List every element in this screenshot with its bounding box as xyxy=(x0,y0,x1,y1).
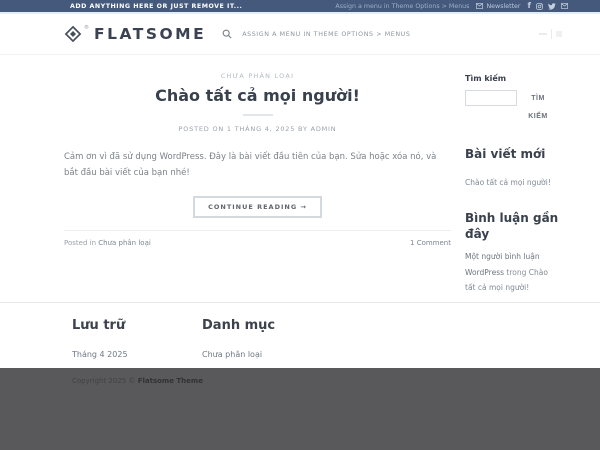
search-widget: TÌM KIẾM xyxy=(465,90,560,126)
newsletter-label: Newsletter xyxy=(486,3,520,10)
post-category-link[interactable]: CHƯA PHÂN LOẠI xyxy=(64,72,451,80)
search-input[interactable] xyxy=(465,90,517,106)
post-meta: POSTED ON 1 THÁNG 4, 2025 BY ADMIN xyxy=(64,125,451,133)
continue-reading-button[interactable]: CONTINUE READING → xyxy=(193,196,322,218)
comment-connector: trong xyxy=(504,268,529,277)
post-footer-meta: Posted in Chưa phân loại 1 Comment xyxy=(64,230,451,247)
header-utility-icons xyxy=(539,29,562,39)
search-widget-title: Tìm kiếm xyxy=(465,74,560,83)
copyright: Copyright 2025 © Flatsome Theme xyxy=(72,377,528,385)
sidebar: Tìm kiếm TÌM KIẾM Bài viết mới Chào tất … xyxy=(465,72,560,302)
posted-in-category-link[interactable]: Chưa phân loại xyxy=(98,239,151,247)
logo-text: FLATSOME xyxy=(94,25,206,43)
continue-wrap: CONTINUE READING → xyxy=(64,194,451,218)
post-excerpt: Cảm ơn vì đã sử dụng WordPress. Đây là b… xyxy=(64,150,451,181)
email-icon[interactable] xyxy=(561,3,568,9)
archives-title: Lưu trữ xyxy=(72,318,202,333)
post-article: CHƯA PHÂN LOẠI Chào tất cả mọi người! PO… xyxy=(64,72,451,302)
header-utility-dash-icon[interactable] xyxy=(539,33,547,35)
copyright-prefix: Copyright 2025 © xyxy=(72,377,138,385)
nav-menu-placeholder[interactable]: ASSIGN A MENU IN THEME OPTIONS > MENUS xyxy=(242,31,410,38)
facebook-icon[interactable]: f xyxy=(528,2,531,10)
footer-widgets: Lưu trữ Tháng 4 2025 Danh mục Chưa phân … xyxy=(0,302,600,368)
posted-in-label: Posted in xyxy=(64,239,98,247)
registered-mark: ® xyxy=(84,25,89,31)
page: ADD ANYTHING HERE OR JUST REMOVE IT... A… xyxy=(0,0,600,450)
categories-title: Danh mục xyxy=(202,318,332,333)
topbar: ADD ANYTHING HERE OR JUST REMOVE IT... A… xyxy=(0,0,600,14)
recent-posts-title: Bài viết mới xyxy=(465,146,560,162)
absolute-footer: Copyright 2025 © Flatsome Theme xyxy=(0,368,600,450)
footer-archives: Lưu trữ Tháng 4 2025 xyxy=(72,318,202,368)
recent-comments-title: Bình luận gần đây xyxy=(465,210,560,242)
header-utility-divider xyxy=(551,29,552,39)
topbar-menu-link[interactable]: Assign a menu in Theme Options > Menus xyxy=(335,3,469,10)
title-divider xyxy=(243,114,273,116)
instagram-icon[interactable] xyxy=(536,3,543,10)
flatsome-gem-icon xyxy=(64,25,82,43)
newsletter-envelope-icon xyxy=(476,3,483,9)
footer-categories: Danh mục Chưa phân loại xyxy=(202,318,332,368)
social-icons: f xyxy=(528,2,568,10)
archive-link[interactable]: Tháng 4 2025 xyxy=(72,350,128,359)
main-content: CHƯA PHÂN LOẠI Chào tất cả mọi người! PO… xyxy=(0,55,600,302)
posted-in: Posted in Chưa phân loại xyxy=(64,239,151,247)
site-logo[interactable]: ® FLATSOME xyxy=(64,25,206,43)
header-utility-box-icon[interactable] xyxy=(556,31,562,37)
search-icon[interactable] xyxy=(222,29,232,39)
post-title[interactable]: Chào tất cả mọi người! xyxy=(64,86,451,105)
search-submit-button[interactable]: TÌM KIẾM xyxy=(521,90,555,126)
topbar-right: Assign a menu in Theme Options > Menus N… xyxy=(335,2,568,10)
recent-post-link[interactable]: Chào tất cả mọi người! xyxy=(465,178,551,187)
twitter-icon[interactable] xyxy=(548,3,556,10)
comments-link[interactable]: 1 Comment xyxy=(410,239,451,247)
topbar-message: ADD ANYTHING HERE OR JUST REMOVE IT... xyxy=(70,3,242,10)
copyright-brand: Flatsome Theme xyxy=(138,377,203,385)
site-header: ® FLATSOME ASSIGN A MENU IN THEME OPTION… xyxy=(0,14,600,55)
newsletter-link[interactable]: Newsletter xyxy=(476,3,520,10)
category-link[interactable]: Chưa phân loại xyxy=(202,350,262,359)
recent-comment: Một người bình luận WordPress trong Chào… xyxy=(465,249,560,295)
